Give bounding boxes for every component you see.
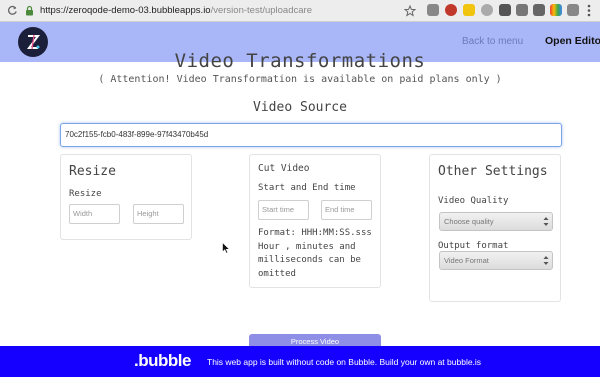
menu-icon[interactable] (587, 4, 591, 22)
extension-grid-icon[interactable] (516, 4, 528, 16)
end-time-input[interactable]: End time (321, 200, 372, 220)
cut-video-title: Cut Video (258, 163, 310, 174)
extension-notes-icon[interactable] (463, 4, 475, 16)
video-quality-label: Video Quality (438, 196, 509, 206)
start-time-input[interactable]: Start time (258, 200, 309, 220)
output-format-value: Video Format (444, 256, 489, 265)
extension-clock-icon[interactable] (481, 4, 493, 16)
url-host: https://zeroqode-demo-03.bubbleapps.io (40, 5, 211, 16)
cut-video-panel: Cut Video Start and End time Start time … (249, 154, 381, 288)
output-format-label: Output format (438, 241, 509, 251)
extension-cast-icon[interactable] (499, 4, 511, 16)
url-path: /version-test/uploadcare (210, 5, 312, 16)
mouse-cursor-icon (222, 241, 231, 254)
bubble-banner-text[interactable]: This web app is built without code on Bu… (207, 357, 481, 367)
video-quality-value: Choose quality (444, 217, 494, 226)
video-quality-select[interactable]: Choose quality (439, 212, 553, 231)
video-source-input[interactable]: 70c2f155-fcb0-483f-899e-97f43470b45d (60, 123, 562, 147)
other-settings-panel: Other Settings Video Quality Choose qual… (429, 154, 561, 302)
select-arrows-icon (543, 216, 549, 227)
bubble-banner[interactable]: .bubble This web app is built without co… (0, 346, 600, 377)
extension-google-icon[interactable] (550, 4, 562, 16)
select-arrows-icon (543, 255, 549, 266)
extension-abp-icon[interactable] (445, 4, 457, 16)
other-settings-title: Other Settings (438, 164, 548, 179)
start-end-label: Start and End time (258, 183, 356, 193)
address-bar[interactable]: https://zeroqode-demo-03.bubbleapps.io/v… (40, 5, 312, 16)
height-input[interactable]: Height (133, 204, 184, 224)
video-source-label: Video Source (253, 100, 347, 115)
resize-title: Resize (69, 164, 116, 179)
page-title: Video Transformations (174, 50, 426, 72)
output-format-select[interactable]: Video Format (439, 251, 553, 270)
width-input[interactable]: Width (69, 204, 120, 224)
extension-puzzle-icon[interactable] (567, 4, 579, 16)
browser-toolbar: https://zeroqode-demo-03.bubbleapps.io/v… (0, 0, 600, 22)
bubble-logo[interactable]: .bubble (134, 351, 191, 371)
extension-camera-icon[interactable] (533, 4, 545, 16)
resize-panel: Resize Resize Width Height (60, 154, 192, 240)
time-format-hint: Format: HHH:MM:SS.sss Hour , minutes and… (258, 228, 372, 279)
back-to-menu-link[interactable]: Back to menu (462, 36, 523, 47)
lock-icon (22, 4, 36, 18)
reload-icon[interactable] (5, 4, 19, 18)
star-icon[interactable] (403, 4, 417, 22)
open-editor-link[interactable]: Open Editor (545, 35, 600, 47)
attention-note: ( Attention! Video Transformation is ava… (98, 74, 502, 85)
extension-shield-icon[interactable] (427, 4, 439, 16)
resize-label: Resize (69, 189, 102, 199)
